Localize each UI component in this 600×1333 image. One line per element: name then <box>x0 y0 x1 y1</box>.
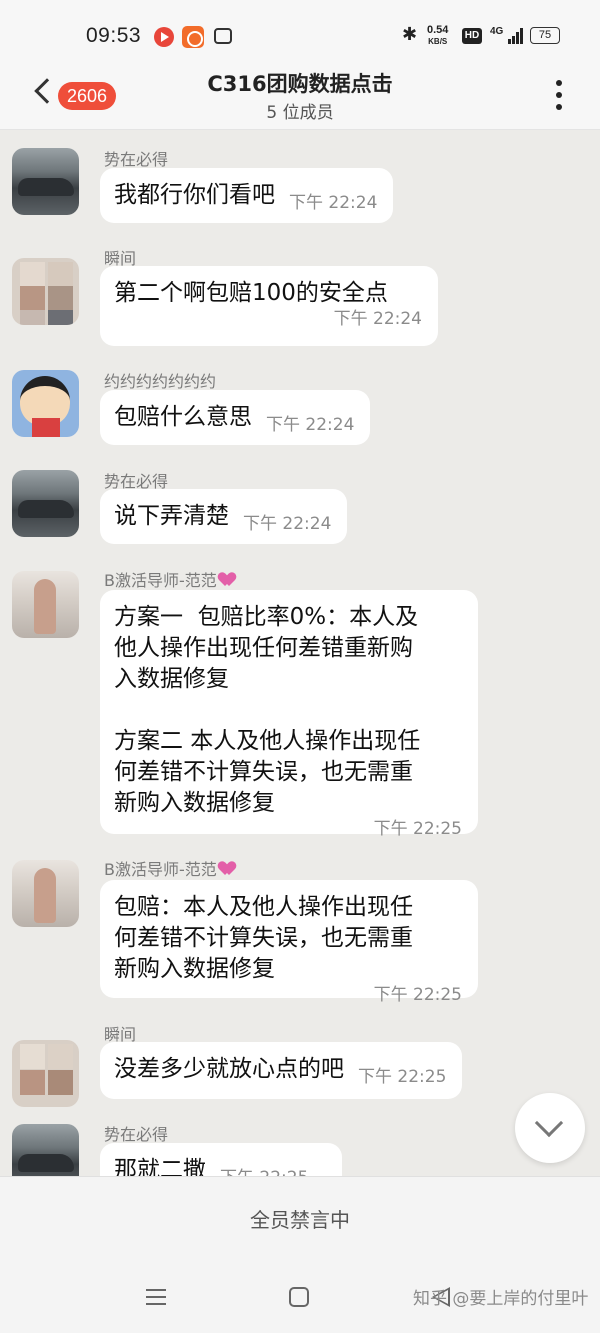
message-time: 下午 22:25 <box>373 985 462 1005</box>
avatar[interactable] <box>12 571 79 638</box>
recent-apps-icon[interactable] <box>146 1287 166 1307</box>
message-time: 下午 22:25 <box>358 1067 447 1087</box>
message-text: 包赔：本人及他人操作出现任 何差错不计算失误，也无需重 新购入数据修复 <box>114 894 413 982</box>
member-count[interactable]: 5 位成员 <box>0 98 600 123</box>
status-time: 09:53 <box>86 24 142 47</box>
muted-notice: 全员禁言中 <box>0 1176 600 1262</box>
heart-icon <box>220 862 234 876</box>
message-bubble[interactable]: 说下弄清楚 下午 22:24 <box>100 489 348 544</box>
message-text: 包赔什么意思 <box>114 404 252 430</box>
message-bubble[interactable]: 我都行你们看吧 下午 22:24 <box>100 168 394 223</box>
sender-name: B激活导师-范范 <box>104 567 234 591</box>
message-bubble[interactable]: 包赔什么意思 下午 22:24 <box>100 390 371 445</box>
message-bubble[interactable]: 第二个啊包赔100的安全点 下午 22:24 <box>100 266 438 346</box>
sender-name: B激活导师-范范 <box>104 856 234 880</box>
hd-voice-icon: HD <box>462 28 482 44</box>
message-time: 下午 22:24 <box>266 415 355 435</box>
message-text: 说下弄清楚 <box>114 503 229 529</box>
watermark: 知乎 @要上岸的付里叶 <box>413 1289 589 1309</box>
chat-header: 2606 C316团购数据点击 5 位成员 <box>0 60 600 130</box>
message-text: 第二个啊包赔100的安全点 <box>114 280 388 306</box>
signal-bars-icon <box>508 28 523 44</box>
sender-name: 势在必得 <box>104 150 169 169</box>
network-speed: 0.54 KB/S <box>427 24 449 47</box>
message-bubble[interactable]: 没差多少就放心点的吧 下午 22:25 <box>100 1042 463 1099</box>
chevron-down-icon <box>534 1108 564 1138</box>
status-bar: 09:53 ✱ 0.54 KB/S HD 4G 75 <box>0 0 600 60</box>
network-type: 4G <box>490 26 504 37</box>
message-bubble[interactable]: 那就二撒 下午 22:25 <box>100 1143 342 1176</box>
message-text: 没差多少就放心点的吧 <box>114 1056 344 1082</box>
message-time: 下午 22:25 <box>220 1163 308 1176</box>
message-time: 下午 22:24 <box>289 193 378 213</box>
message-text: 方案一 包赔比率0%：本人及 他人操作出现任何差错重新购 入数据修复 方案二 本… <box>114 604 421 816</box>
home-icon[interactable] <box>289 1287 309 1307</box>
message-bubble[interactable]: 包赔：本人及他人操作出现任 何差错不计算失误，也无需重 新购入数据修复 下午 2… <box>100 880 478 1005</box>
video-app-icon <box>154 27 174 47</box>
bluetooth-icon: ✱ <box>402 24 418 45</box>
scroll-to-bottom-button[interactable] <box>515 1093 585 1163</box>
message-list[interactable]: 势在必得 我都行你们看吧 下午 22:24 瞬间 第二个啊包赔100的安全点 下午… <box>0 131 600 1176</box>
sender-name: 势在必得 <box>104 1125 169 1144</box>
system-nav-bar: 知乎 @要上岸的付里叶 <box>0 1262 600 1333</box>
more-options-icon[interactable] <box>555 80 563 110</box>
message-bubble[interactable]: 方案一 包赔比率0%：本人及 他人操作出现任何差错重新购 入数据修复 方案二 本… <box>100 590 478 839</box>
message-text: 我都行你们看吧 <box>114 182 275 208</box>
heart-icon <box>220 573 234 587</box>
avatar[interactable] <box>12 258 79 325</box>
sender-name: 约约约约约约约 <box>104 372 217 391</box>
bilibili-app-icon <box>214 28 232 44</box>
group-title[interactable]: C316团购数据点击 <box>0 68 600 98</box>
message-time: 下午 22:24 <box>243 514 332 534</box>
avatar[interactable] <box>12 470 79 537</box>
message-time: 下午 22:24 <box>333 309 422 329</box>
taobao-app-icon <box>182 26 204 48</box>
battery-icon: 75 <box>530 27 560 44</box>
message-time: 下午 22:25 <box>373 819 462 839</box>
avatar[interactable] <box>12 1124 79 1176</box>
avatar[interactable] <box>12 148 79 215</box>
avatar[interactable] <box>12 860 79 927</box>
message-text: 那就二撒 <box>114 1157 206 1176</box>
avatar[interactable] <box>12 370 79 437</box>
avatar[interactable] <box>12 1040 79 1107</box>
